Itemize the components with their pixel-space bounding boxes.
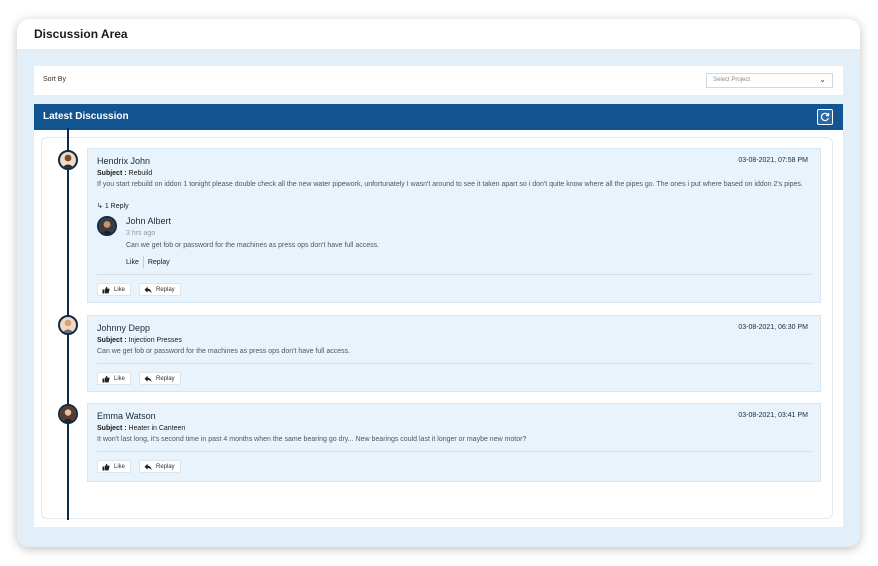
chevron-down-icon: ⌄ xyxy=(819,75,826,84)
post-date: 03-08-2021, 06:30 PM xyxy=(738,324,808,331)
post-date: 03-08-2021, 07:58 PM xyxy=(738,157,808,164)
subject-text: Heater in Canteen xyxy=(128,425,186,432)
project-select-placeholder: Select Project xyxy=(713,77,751,83)
replay-label: Replay xyxy=(156,376,175,382)
like-label: Like xyxy=(114,464,126,470)
card-divider xyxy=(97,274,811,275)
top-bar: Discussion Area xyxy=(17,19,860,49)
sort-bar: Sort By Select Project ⌄ xyxy=(34,66,843,95)
reply-like-link[interactable]: Like xyxy=(126,259,139,266)
reply-arrow-icon xyxy=(144,375,152,383)
author-name: Johnny Depp xyxy=(97,323,151,333)
refresh-icon xyxy=(820,112,830,122)
subject-line: Subject : Heater in Canteen xyxy=(97,425,185,432)
subject-text: Injection Presses xyxy=(128,337,182,344)
reply-corner-icon: ↳ xyxy=(97,203,103,210)
subject-label: Subject : xyxy=(97,425,127,432)
subject-line: Subject : Injection Presses xyxy=(97,337,182,344)
reply-message: Can we get fob or password for the machi… xyxy=(126,242,380,249)
discussion-card: Emma Watson 03-08-2021, 03:41 PM Subject… xyxy=(87,403,821,482)
reply-count-link[interactable]: ↳ 1 Reply xyxy=(97,202,129,210)
replay-label: Replay xyxy=(156,287,175,293)
like-button[interactable]: Like xyxy=(97,372,132,385)
like-button[interactable]: Like xyxy=(97,460,132,473)
thumbs-up-icon xyxy=(102,463,110,471)
card-divider xyxy=(97,451,811,452)
reply-count-text: 1 Reply xyxy=(104,203,129,210)
page-title: Discussion Area xyxy=(34,27,128,41)
panel-title: Latest Discussion xyxy=(43,111,129,122)
avatar xyxy=(58,150,78,170)
action-separator xyxy=(142,256,144,268)
like-label: Like xyxy=(114,287,126,293)
reply-replay-link[interactable]: Replay xyxy=(148,259,170,266)
author-name: Emma Watson xyxy=(97,411,156,421)
reply-time: 3 hrs ago xyxy=(126,230,156,237)
card-divider xyxy=(97,363,811,364)
post-date: 03-08-2021, 03:41 PM xyxy=(738,412,808,419)
thumbs-up-icon xyxy=(102,286,110,294)
message-text: It won't last long, it's second time in … xyxy=(97,436,527,443)
message-text: If you start rebuild on iddon 1 tonight … xyxy=(97,181,803,188)
replay-button[interactable]: Replay xyxy=(139,372,181,385)
panel-header: Latest Discussion xyxy=(34,104,843,130)
subject-line: Subject : Rebuild xyxy=(97,170,152,177)
replay-label: Replay xyxy=(156,464,175,470)
thumbs-up-icon xyxy=(102,375,110,383)
reply-author-name: John Albert xyxy=(126,216,172,226)
subject-label: Subject : xyxy=(97,170,127,177)
subject-label: Subject : xyxy=(97,337,127,344)
project-select[interactable]: Select Project ⌄ xyxy=(706,73,833,88)
replay-button[interactable]: Replay xyxy=(139,283,181,296)
author-name: Hendrix John xyxy=(97,156,151,166)
avatar xyxy=(58,315,78,335)
sort-by-label: Sort By xyxy=(43,76,66,83)
discussion-card: Hendrix John 03-08-2021, 07:58 PM Subjec… xyxy=(87,148,821,303)
app-frame: Discussion Area Sort By Select Project ⌄… xyxy=(17,19,860,547)
reply-arrow-icon xyxy=(144,286,152,294)
avatar xyxy=(58,404,78,424)
replay-button[interactable]: Replay xyxy=(139,460,181,473)
like-button[interactable]: Like xyxy=(97,283,132,296)
refresh-button[interactable] xyxy=(817,109,833,125)
reply-arrow-icon xyxy=(144,463,152,471)
discussion-card: Johnny Depp 03-08-2021, 06:30 PM Subject… xyxy=(87,315,821,392)
like-label: Like xyxy=(114,376,126,382)
subject-text: Rebuild xyxy=(128,170,153,177)
message-text: Can we get fob or password for the machi… xyxy=(97,348,351,355)
reply-actions: Like Replay xyxy=(126,256,170,268)
avatar xyxy=(97,216,117,236)
